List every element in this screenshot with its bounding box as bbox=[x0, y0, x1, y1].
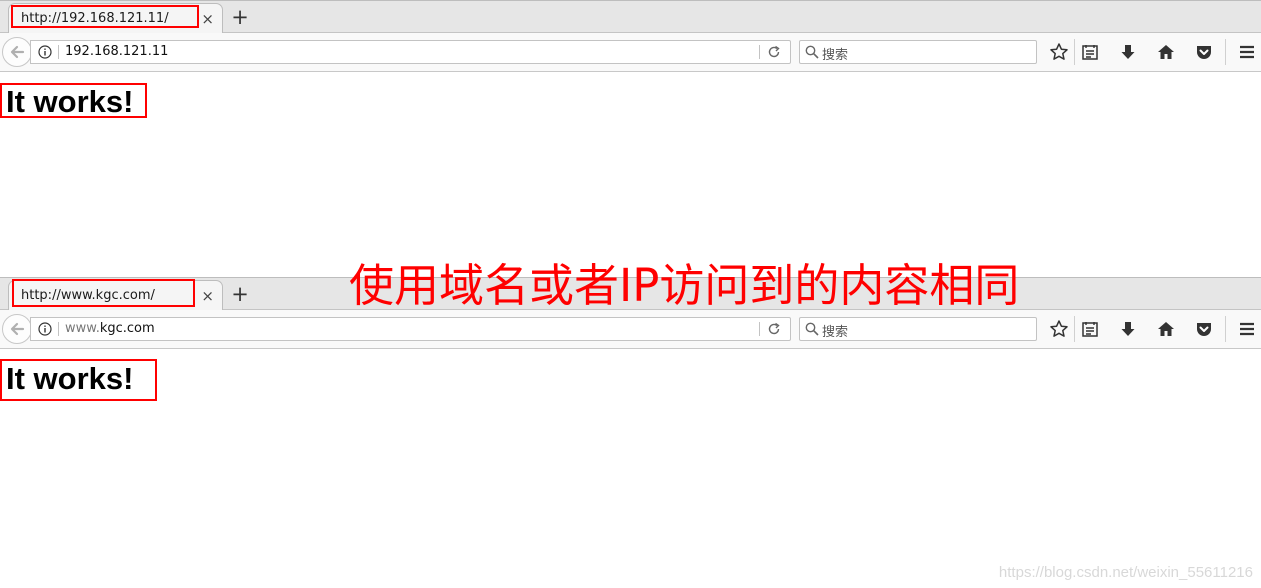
search-bar[interactable]: 搜索 bbox=[799, 40, 1037, 64]
url-text-host: kgc.com bbox=[99, 321, 155, 336]
navigation-bar: www.kgc.com 搜索 bbox=[0, 310, 1261, 349]
tab-strip: http://192.168.121.11/ × + bbox=[0, 0, 1261, 34]
toolbar-separator bbox=[1074, 316, 1075, 342]
search-icon bbox=[805, 322, 819, 336]
pocket-icon[interactable] bbox=[1194, 319, 1214, 339]
url-text[interactable]: 192.168.121.11 bbox=[65, 44, 168, 59]
url-text[interactable]: www.kgc.com bbox=[65, 321, 155, 336]
back-button[interactable] bbox=[2, 37, 32, 67]
tab-active[interactable]: http://www.kgc.com/ × bbox=[8, 280, 223, 311]
address-bar[interactable]: 192.168.121.11 bbox=[30, 40, 791, 64]
home-icon[interactable] bbox=[1156, 42, 1176, 62]
download-icon[interactable] bbox=[1118, 319, 1138, 339]
url-text-prefix: www. bbox=[65, 321, 100, 336]
search-placeholder: 搜索 bbox=[822, 48, 849, 63]
url-separator bbox=[58, 322, 59, 336]
reading-list-icon[interactable] bbox=[1080, 319, 1100, 339]
menu-icon[interactable] bbox=[1237, 319, 1257, 339]
info-icon[interactable] bbox=[38, 45, 52, 59]
toolbar-separator bbox=[1225, 316, 1226, 342]
bookmark-star-icon[interactable] bbox=[1049, 42, 1069, 62]
close-icon[interactable]: × bbox=[201, 287, 214, 305]
pocket-icon[interactable] bbox=[1194, 42, 1214, 62]
download-icon[interactable] bbox=[1118, 42, 1138, 62]
info-icon[interactable] bbox=[38, 322, 52, 336]
search-bar[interactable]: 搜索 bbox=[799, 317, 1037, 341]
url-separator bbox=[58, 45, 59, 59]
bookmark-star-icon[interactable] bbox=[1049, 319, 1069, 339]
close-icon[interactable]: × bbox=[201, 10, 214, 28]
annotation-text: 使用域名或者IP访问到的内容相同 bbox=[349, 259, 1020, 312]
back-arrow-icon bbox=[10, 322, 25, 336]
navigation-bar: 192.168.121.11 搜索 bbox=[0, 33, 1261, 72]
tab-title: http://192.168.121.11/ bbox=[21, 11, 169, 26]
reload-icon[interactable] bbox=[767, 45, 781, 59]
watermark: https://blog.csdn.net/weixin_55611216 bbox=[998, 564, 1253, 581]
search-icon bbox=[805, 45, 819, 59]
back-arrow-icon bbox=[10, 45, 25, 59]
tab-title: http://www.kgc.com/ bbox=[21, 288, 155, 303]
new-tab-button[interactable]: + bbox=[230, 282, 250, 306]
menu-icon[interactable] bbox=[1237, 42, 1257, 62]
address-bar[interactable]: www.kgc.com bbox=[30, 317, 791, 341]
page-heading: It works! bbox=[6, 84, 134, 119]
page-heading: It works! bbox=[6, 361, 134, 396]
url-text-host: 192.168.121.11 bbox=[65, 44, 169, 59]
home-icon[interactable] bbox=[1156, 319, 1176, 339]
reload-separator bbox=[759, 45, 760, 59]
toolbar-separator bbox=[1074, 39, 1075, 65]
toolbar-separator bbox=[1225, 39, 1226, 65]
search-placeholder: 搜索 bbox=[822, 325, 849, 340]
reload-icon[interactable] bbox=[767, 322, 781, 336]
reading-list-icon[interactable] bbox=[1080, 42, 1100, 62]
back-button[interactable] bbox=[2, 314, 32, 344]
new-tab-button[interactable]: + bbox=[230, 5, 250, 29]
tab-active[interactable]: http://192.168.121.11/ × bbox=[8, 3, 223, 34]
reload-separator bbox=[759, 322, 760, 336]
